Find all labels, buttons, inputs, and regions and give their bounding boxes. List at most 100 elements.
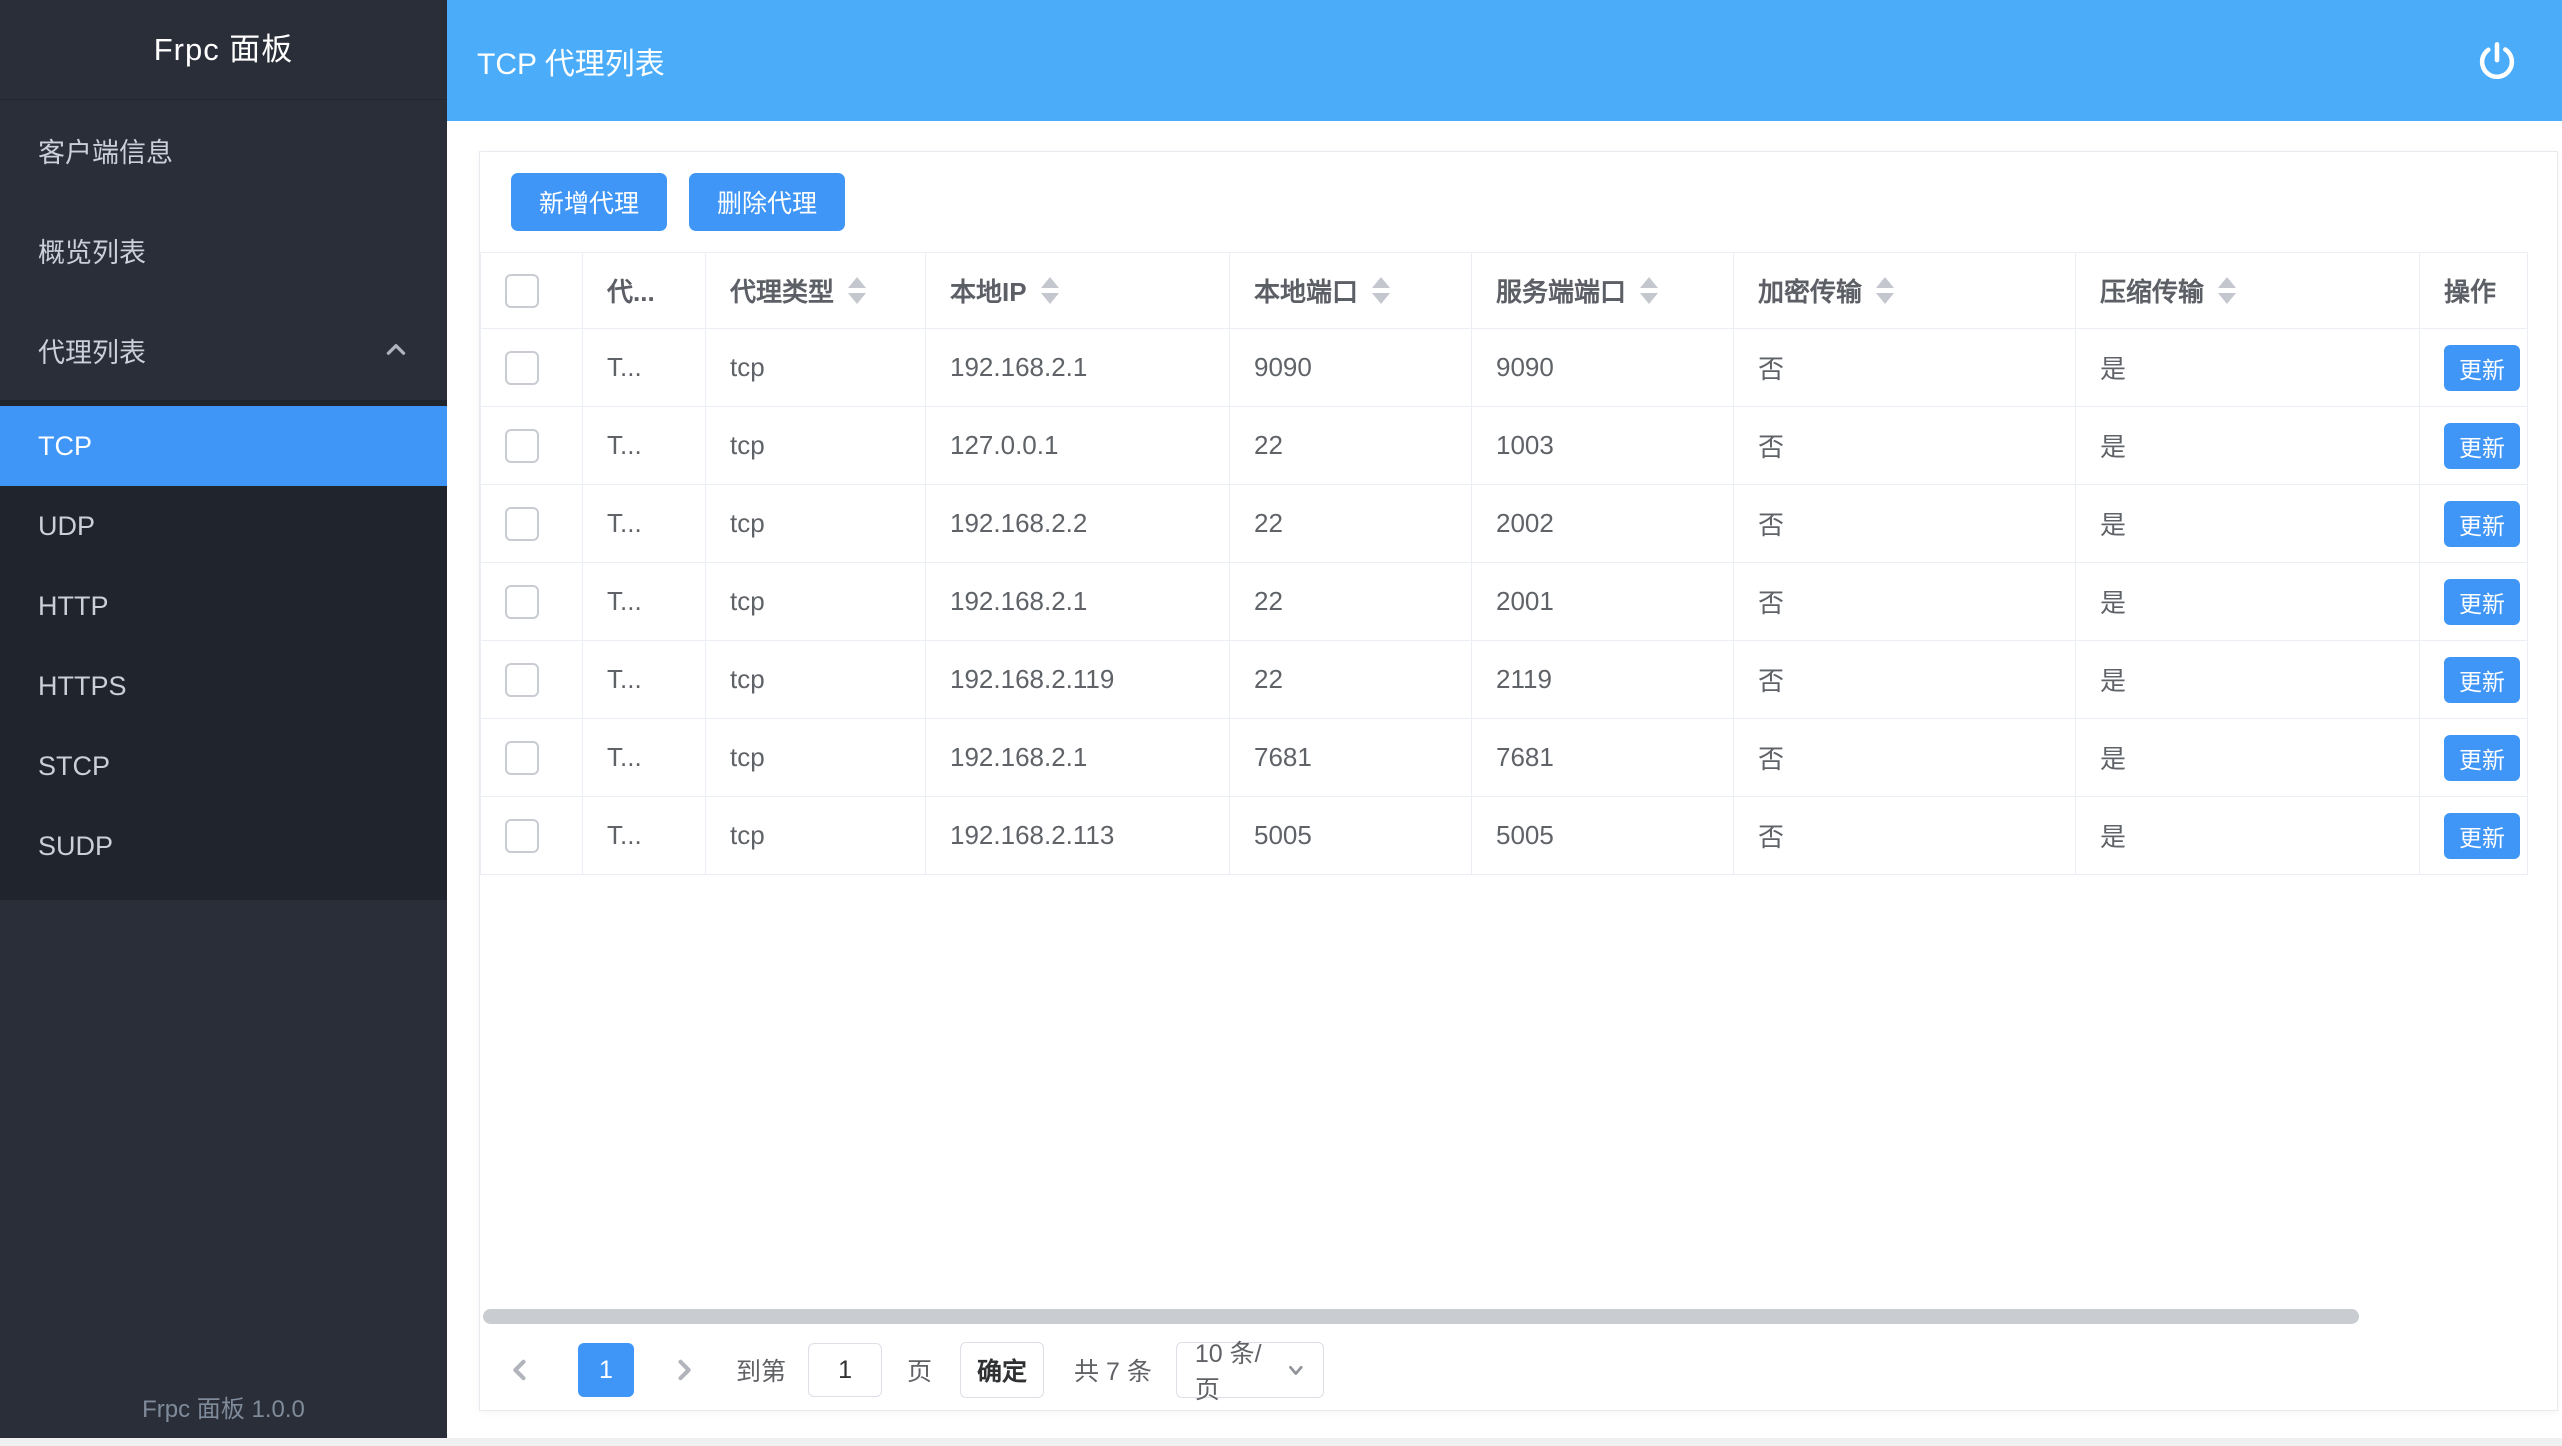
main-area: TCP 代理列表 新增代理 删除代理 xyxy=(447,0,2562,1438)
add-proxy-button[interactable]: 新增代理 xyxy=(511,173,667,231)
sidebar-item-stcp[interactable]: STCP xyxy=(0,726,447,806)
pagination: 1 到第 页 确定 共 7 条 10 条/页 xyxy=(506,1340,1324,1400)
cell-type: tcp xyxy=(706,641,926,719)
power-icon[interactable] xyxy=(2476,38,2522,84)
proxy-type-submenu: TCP UDP HTTP HTTPS STCP SUDP xyxy=(0,400,447,900)
cell-compressed: 是 xyxy=(2076,641,2420,719)
col-header-local-port[interactable]: 本地端口 xyxy=(1230,253,1472,329)
sidebar-item-label: 概览列表 xyxy=(38,231,146,270)
jump-suffix-label: 页 xyxy=(907,1352,932,1388)
update-button[interactable]: 更新 xyxy=(2444,735,2520,781)
submenu-item-label: STCP xyxy=(38,751,110,782)
app-shell: Frpc 面板 客户端信息 概览列表 代理列表 TCP UDP xyxy=(0,0,2562,1438)
prev-page-icon[interactable] xyxy=(506,1355,536,1385)
update-button[interactable]: 更新 xyxy=(2444,579,2520,625)
sidebar-item-overview-list[interactable]: 概览列表 xyxy=(0,200,447,300)
next-page-icon[interactable] xyxy=(670,1355,700,1385)
horizontal-scrollbar[interactable] xyxy=(483,1309,2359,1324)
cell-type: tcp xyxy=(706,797,926,875)
jump-prefix-label: 到第 xyxy=(736,1352,786,1388)
submenu-item-label: HTTPS xyxy=(38,671,127,702)
cell-local-port: 22 xyxy=(1230,407,1472,485)
cell-server-port: 2001 xyxy=(1472,563,1734,641)
col-header-server-port[interactable]: 服务端端口 xyxy=(1472,253,1734,329)
proxy-card: 新增代理 删除代理 代... xyxy=(479,151,2558,1411)
cell-local-port: 22 xyxy=(1230,485,1472,563)
cell-local-ip: 192.168.2.113 xyxy=(926,797,1230,875)
table-row: T... tcp 192.168.2.113 5005 5005 否 是 更新 xyxy=(481,797,2528,875)
cell-compressed: 是 xyxy=(2076,563,2420,641)
sidebar-item-https[interactable]: HTTPS xyxy=(0,646,447,726)
cell-name: T... xyxy=(583,719,706,797)
cell-local-ip: 192.168.2.1 xyxy=(926,719,1230,797)
cell-server-port: 2002 xyxy=(1472,485,1734,563)
sidebar-item-http[interactable]: HTTP xyxy=(0,566,447,646)
cell-encrypted: 否 xyxy=(1734,563,2076,641)
cell-name: T... xyxy=(583,797,706,875)
col-header-compressed[interactable]: 压缩传输 xyxy=(2076,253,2420,329)
sidebar-item-tcp[interactable]: TCP xyxy=(0,406,447,486)
row-checkbox[interactable] xyxy=(505,429,539,463)
table-row: T... tcp 192.168.2.1 7681 7681 否 是 更新 xyxy=(481,719,2528,797)
sidebar-item-udp[interactable]: UDP xyxy=(0,486,447,566)
page-jump-input[interactable] xyxy=(808,1343,882,1397)
page-size-select[interactable]: 10 条/页 xyxy=(1176,1342,1324,1398)
col-header-encrypted[interactable]: 加密传输 xyxy=(1734,253,2076,329)
col-header-actions: 操作 xyxy=(2420,253,2528,329)
page-scrollbar-track[interactable] xyxy=(0,1438,2562,1446)
page-size-label: 10 条/页 xyxy=(1195,1334,1285,1406)
update-button[interactable]: 更新 xyxy=(2444,423,2520,469)
sort-icon[interactable] xyxy=(1372,277,1390,304)
row-checkbox[interactable] xyxy=(505,507,539,541)
cell-name: T... xyxy=(583,329,706,407)
cell-compressed: 是 xyxy=(2076,719,2420,797)
update-button[interactable]: 更新 xyxy=(2444,345,2520,391)
select-all-checkbox[interactable] xyxy=(505,274,539,308)
row-checkbox[interactable] xyxy=(505,351,539,385)
sort-icon[interactable] xyxy=(1041,277,1059,304)
delete-proxy-button[interactable]: 删除代理 xyxy=(689,173,845,231)
top-header: TCP 代理列表 xyxy=(447,0,2562,121)
cell-server-port: 2119 xyxy=(1472,641,1734,719)
sidebar-item-client-info[interactable]: 客户端信息 xyxy=(0,100,447,200)
cell-compressed: 是 xyxy=(2076,485,2420,563)
cell-local-port: 22 xyxy=(1230,641,1472,719)
update-button[interactable]: 更新 xyxy=(2444,501,2520,547)
confirm-button[interactable]: 确定 xyxy=(960,1342,1044,1398)
cell-name: T... xyxy=(583,407,706,485)
cell-name: T... xyxy=(583,563,706,641)
cell-type: tcp xyxy=(706,563,926,641)
col-header-name: 代... xyxy=(583,253,706,329)
content-area: 新增代理 删除代理 代... xyxy=(447,121,2562,1438)
row-checkbox[interactable] xyxy=(505,663,539,697)
row-checkbox[interactable] xyxy=(505,819,539,853)
chevron-down-icon xyxy=(1285,1359,1307,1381)
toolbar: 新增代理 删除代理 xyxy=(480,152,2557,231)
submenu-item-label: UDP xyxy=(38,511,95,542)
col-header-type[interactable]: 代理类型 xyxy=(706,253,926,329)
row-checkbox[interactable] xyxy=(505,585,539,619)
cell-local-ip: 192.168.2.2 xyxy=(926,485,1230,563)
cell-local-ip: 192.168.2.1 xyxy=(926,563,1230,641)
sort-icon[interactable] xyxy=(1876,277,1894,304)
col-header-local-ip[interactable]: 本地IP xyxy=(926,253,1230,329)
sidebar-item-sudp[interactable]: SUDP xyxy=(0,806,447,886)
update-button[interactable]: 更新 xyxy=(2444,657,2520,703)
row-checkbox[interactable] xyxy=(505,741,539,775)
table-row: T... tcp 192.168.2.1 9090 9090 否 是 更新 xyxy=(481,329,2528,407)
sort-icon[interactable] xyxy=(2218,277,2236,304)
update-button[interactable]: 更新 xyxy=(2444,813,2520,859)
cell-name: T... xyxy=(583,485,706,563)
sidebar-item-proxy-list[interactable]: 代理列表 xyxy=(0,300,447,400)
page-number-button[interactable]: 1 xyxy=(578,1343,634,1397)
sort-icon[interactable] xyxy=(848,277,866,304)
cell-type: tcp xyxy=(706,719,926,797)
table-row: T... tcp 192.168.2.1 22 2001 否 是 更新 xyxy=(481,563,2528,641)
table-row: T... tcp 192.168.2.119 22 2119 否 是 更新 xyxy=(481,641,2528,719)
cell-compressed: 是 xyxy=(2076,797,2420,875)
sort-icon[interactable] xyxy=(1640,277,1658,304)
cell-type: tcp xyxy=(706,329,926,407)
cell-server-port: 5005 xyxy=(1472,797,1734,875)
cell-local-port: 5005 xyxy=(1230,797,1472,875)
cell-compressed: 是 xyxy=(2076,329,2420,407)
